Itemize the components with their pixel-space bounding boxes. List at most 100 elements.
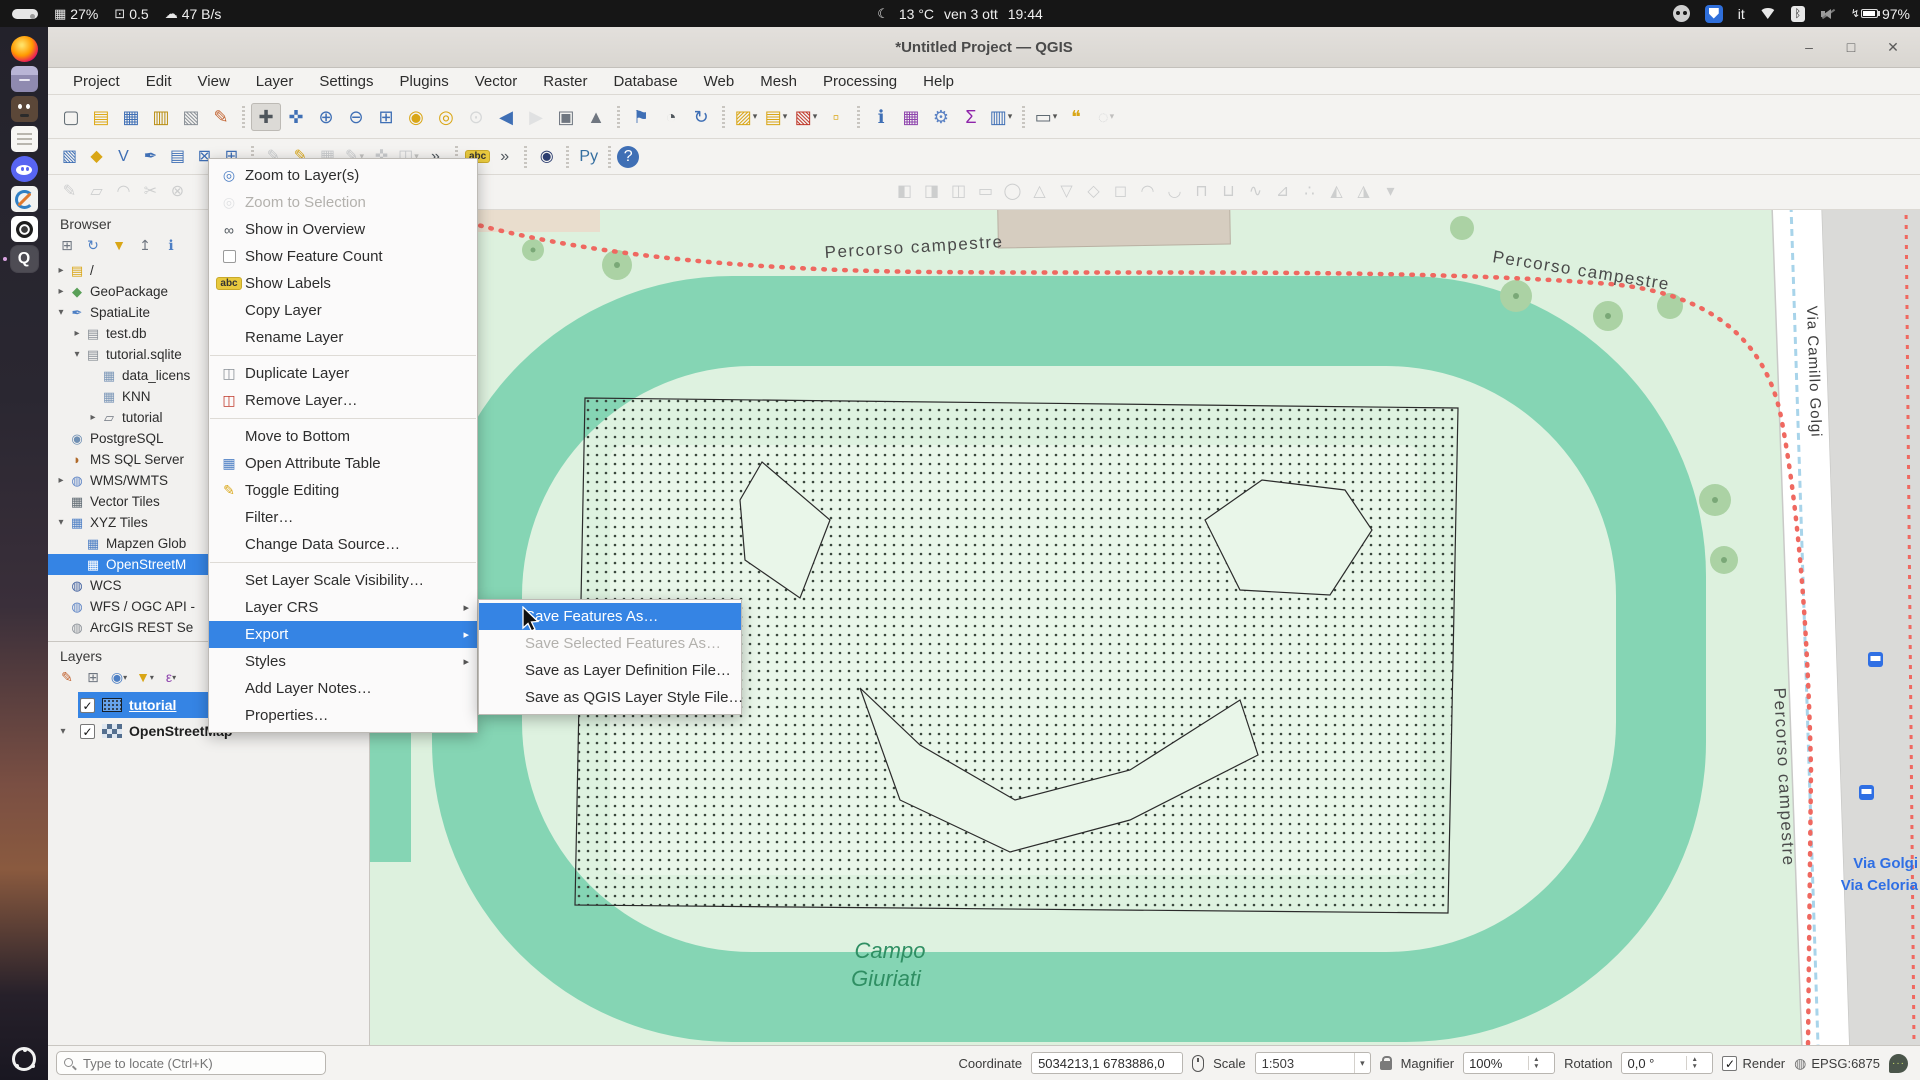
nominatim-locator-button[interactable]: ◉ xyxy=(533,144,560,170)
menu-web[interactable]: Web xyxy=(691,73,748,90)
select-features-by-value-button[interactable]: ▤▾ xyxy=(761,103,791,131)
menu-item-save-features-as[interactable]: Save Features As… xyxy=(479,603,741,630)
data-source-manager-button[interactable]: ▧ xyxy=(56,144,83,170)
layer-visibility-checkbox[interactable]: ✓ xyxy=(80,724,95,739)
coordinate-input[interactable] xyxy=(1031,1052,1183,1074)
checkbox-icon[interactable] xyxy=(223,250,236,263)
gimp-icon[interactable] xyxy=(11,96,38,122)
open-layer-styling-button[interactable]: ✎ xyxy=(56,667,78,687)
menu-plugins[interactable]: Plugins xyxy=(387,73,462,90)
network-indicator[interactable]: ☁47 B/s xyxy=(165,6,222,22)
select-features-button[interactable]: ▨▾ xyxy=(731,103,761,131)
bluetooth-icon[interactable]: ᛒ xyxy=(1791,6,1805,22)
text-editor-icon[interactable] xyxy=(11,126,38,152)
measure-line-button[interactable]: ▭▾ xyxy=(1031,103,1061,131)
magnifier-spinbox[interactable]: ▲▼ xyxy=(1463,1052,1555,1074)
krita-icon[interactable] xyxy=(11,186,38,212)
expander-icon[interactable]: ▾ xyxy=(48,726,78,737)
menu-item-save-as-layer-definition-file[interactable]: Save as Layer Definition File… xyxy=(479,657,741,684)
zoom-full-button[interactable]: ⊞ xyxy=(371,103,401,131)
rotation-value[interactable] xyxy=(1622,1056,1686,1071)
rotation-spinbox[interactable]: ▲▼ xyxy=(1621,1052,1713,1074)
render-checkbox[interactable]: ✓ xyxy=(1722,1056,1737,1071)
show-layout-manager-button[interactable]: ▧ xyxy=(176,103,206,131)
menu-processing[interactable]: Processing xyxy=(810,73,910,90)
zoom-in-button[interactable]: ⊕ xyxy=(311,103,341,131)
menu-item-change-data-source[interactable]: Change Data Source… xyxy=(209,531,477,558)
zoom-to-layer-button[interactable]: ◎ xyxy=(431,103,461,131)
menu-item-toggle-editing[interactable]: ✎Toggle Editing xyxy=(209,477,477,504)
temporal-controller-button[interactable]: ◔ xyxy=(656,103,686,131)
menu-item-properties[interactable]: Properties… xyxy=(209,702,477,729)
menu-mesh[interactable]: Mesh xyxy=(747,73,810,90)
menu-layer[interactable]: Layer xyxy=(243,73,307,90)
select-by-location-button[interactable]: ▫ xyxy=(821,103,851,131)
python-console-button[interactable]: Py xyxy=(575,144,602,170)
expander-icon[interactable]: ▾ xyxy=(70,349,84,360)
new-project-button[interactable]: ▢ xyxy=(56,103,86,131)
spinner-arrows[interactable]: ▲▼ xyxy=(1528,1056,1543,1070)
new-spatialite-layer-button[interactable]: ✒ xyxy=(137,144,164,170)
zoom-to-selection-button[interactable]: ◉ xyxy=(401,103,431,131)
chevron-down-icon[interactable]: ▾ xyxy=(813,111,818,122)
new-3d-map-view-button[interactable]: ▲ xyxy=(581,103,611,131)
chevron-down-icon[interactable]: ▾ xyxy=(172,673,176,682)
menu-item-set-layer-scale-visibility[interactable]: Set Layer Scale Visibility… xyxy=(209,567,477,594)
menu-item-rename-layer[interactable]: Rename Layer xyxy=(209,324,477,351)
cpu-indicator[interactable]: ▦27% xyxy=(54,6,98,22)
close-button[interactable]: ✕ xyxy=(1884,39,1902,56)
menu-item-layer-crs[interactable]: Layer CRS▸ xyxy=(209,594,477,621)
zoom-last-button[interactable]: ◀ xyxy=(491,103,521,131)
spin-down-icon[interactable]: ▼ xyxy=(1691,1063,1697,1070)
menu-item-zoom-to-layer-s[interactable]: ◎Zoom to Layer(s) xyxy=(209,162,477,189)
open-attribute-table-button[interactable]: ▦ xyxy=(896,103,926,131)
manage-map-themes-button[interactable]: ◉▾ xyxy=(108,667,130,687)
discord-tray-icon[interactable] xyxy=(1673,5,1690,22)
new-print-layout-button[interactable]: ▥ xyxy=(146,103,176,131)
new-shapefile-layer-button[interactable]: V xyxy=(110,144,137,170)
help-contents-button[interactable]: ? xyxy=(617,146,639,168)
chevron-down-icon[interactable]: ▾ xyxy=(1008,111,1013,122)
filter-by-expression-button[interactable]: ε▾ xyxy=(160,667,182,687)
expander-icon[interactable]: ▾ xyxy=(54,307,68,318)
menu-project[interactable]: Project xyxy=(60,73,133,90)
menu-vector[interactable]: Vector xyxy=(462,73,531,90)
filter-legend-button[interactable]: ▼▾ xyxy=(134,667,156,687)
activities-pill[interactable] xyxy=(12,6,38,22)
qgis-icon[interactable] xyxy=(11,246,38,272)
map-tips-button[interactable]: ❝ xyxy=(1061,103,1091,131)
save-project-button[interactable]: ▦ xyxy=(116,103,146,131)
statistical-summary-button[interactable]: Σ xyxy=(956,103,986,131)
attribute-table-views-button[interactable]: ▥▾ xyxy=(986,103,1016,131)
expander-icon[interactable]: ▸ xyxy=(54,286,68,297)
ubuntu-launcher-icon[interactable] xyxy=(11,1046,38,1072)
identify-features-button[interactable]: ℹ xyxy=(866,103,896,131)
maximize-button[interactable]: □ xyxy=(1842,39,1860,56)
processing-toolbox-button[interactable]: ⚙ xyxy=(926,103,956,131)
menu-raster[interactable]: Raster xyxy=(530,73,600,90)
refresh-browser-button[interactable]: ↻ xyxy=(82,235,104,255)
refresh-map-button[interactable]: ↻ xyxy=(686,103,716,131)
locator-input[interactable] xyxy=(56,1051,326,1075)
menu-settings[interactable]: Settings xyxy=(306,73,386,90)
menu-item-show-labels[interactable]: abcShow Labels xyxy=(209,270,477,297)
scale-combo[interactable]: 1:503 ▾ xyxy=(1255,1052,1371,1074)
style-manager-button[interactable]: ✎ xyxy=(206,103,236,131)
new-temporary-scratch-layer-button[interactable]: ▤ xyxy=(164,144,191,170)
layer-visibility-checkbox[interactable]: ✓ xyxy=(80,698,95,713)
menu-help[interactable]: Help xyxy=(910,73,967,90)
menu-item-duplicate-layer[interactable]: ◫Duplicate Layer xyxy=(209,360,477,387)
new-geopackage-layer-button[interactable]: ◆ xyxy=(83,144,110,170)
new-map-view-button[interactable]: ▣ xyxy=(551,103,581,131)
add-selected-layers-button[interactable]: ⊞ xyxy=(56,235,78,255)
add-group-button[interactable]: ⊞ xyxy=(82,667,104,687)
show-bookmarks-button[interactable]: ⚑ xyxy=(626,103,656,131)
menu-item-export[interactable]: Export▸ xyxy=(209,621,477,648)
photo-app-icon[interactable] xyxy=(11,216,38,242)
chevron-down-icon[interactable]: ▾ xyxy=(783,111,788,122)
files-icon[interactable] xyxy=(11,66,38,92)
menu-item-open-attribute-table[interactable]: ▦Open Attribute Table xyxy=(209,450,477,477)
spinner-arrows[interactable]: ▲▼ xyxy=(1686,1056,1701,1070)
keyboard-layout[interactable]: it xyxy=(1738,6,1745,22)
volume-muted-icon[interactable] xyxy=(1820,7,1836,21)
